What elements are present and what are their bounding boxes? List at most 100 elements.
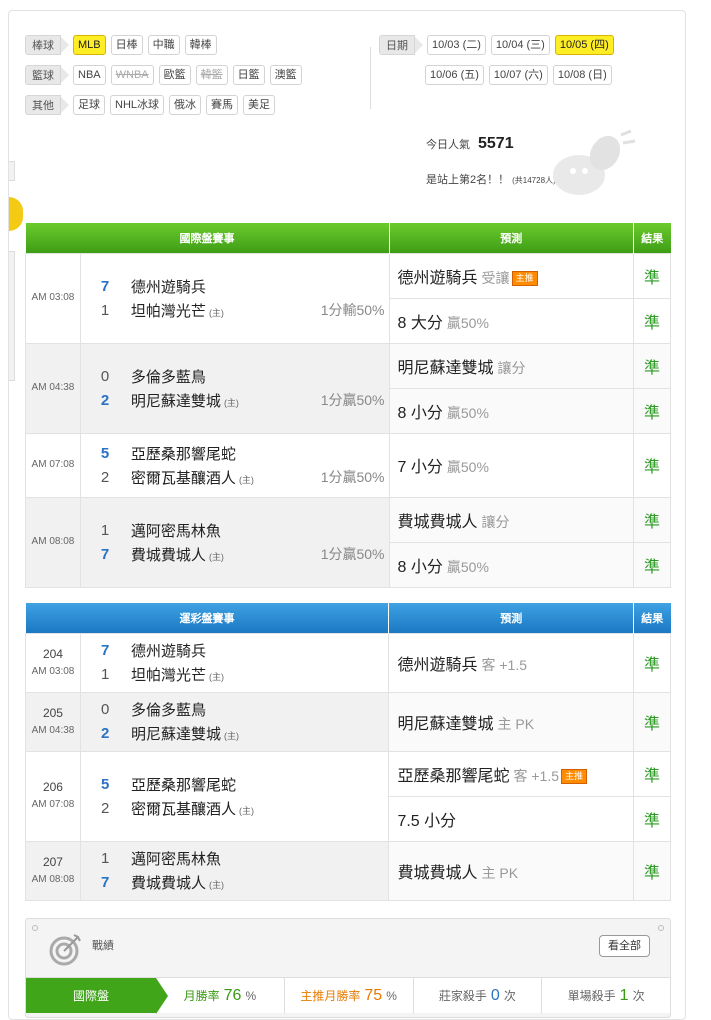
prediction-sub: 贏50% [446,404,489,421]
odds-result: 1分輸50% [320,302,385,318]
away-team[interactable]: 多倫多藍鳥 [131,366,385,387]
away-team[interactable]: 邁阿密馬林魚 [131,848,385,869]
home-team[interactable]: 費城費城人 (主) [131,872,385,893]
away-team[interactable]: 德州遊騎兵 [131,276,385,297]
category-tag[interactable]: WNBA [110,65,154,85]
category-tag[interactable]: 歐籃 [158,65,191,85]
table-row[interactable]: 204 AM 03:08 7 德州遊騎兵 1 坦帕灣光芒 (主) 德州遊騎兵客 +1.5 準 [25,632,671,693]
home-marker: (主) [223,731,239,741]
home-team[interactable]: 密爾瓦基釀酒人 (主) [131,467,321,488]
prediction-sub: 讓分 [481,513,510,530]
divider [370,47,371,109]
category-tag[interactable]: 賽馬 [206,95,239,115]
result-cell: 準 [633,632,671,693]
prediction-cell: 8 大分 贏50% [388,297,635,344]
prediction-sub: 主 PK [497,715,535,732]
category-tag[interactable]: 美足 [243,95,276,115]
prediction-main: 亞歷桑那響尾蛇 [397,767,510,785]
home-team[interactable]: 坦帕灣光芒 (主) [131,664,385,685]
category-tag[interactable]: 俄冰 [169,95,202,115]
date-tag[interactable]: 10/05 (四) [554,35,614,55]
prediction-cell: 費城費城人 讓分 [388,496,635,543]
teams-cell: 0 多倫多藍鳥 2 明尼蘇達雙城 (主) 1分贏50% [79,342,390,434]
category-tag[interactable]: MLB [73,35,106,55]
category-tag[interactable]: 韓棒 [184,35,217,55]
game-time: AM 08:08 [31,873,75,885]
stat-item: 單場殺手 1 次 [541,978,670,1013]
category-tag[interactable]: NHL冰球 [110,95,165,115]
home-team-line: 7 費城費城人 (主) 1分贏50% [101,542,385,566]
table-header: 國際盤賽事 預測 結果 [25,223,671,253]
game-number: 207 [42,854,63,869]
table-row[interactable]: AM 03:08 7 德州遊騎兵 1 坦帕灣光芒 (主) 1分輸50% 德州遊騎兵 受讓 主推準 [25,252,671,344]
stats-group-label: 國際盤 [26,978,168,1014]
home-team[interactable]: 明尼蘇達雙城 (主) [131,390,321,411]
header-result: 結果 [633,603,671,633]
table-row[interactable]: AM 08:08 1 邁阿密馬林魚 7 費城費城人 (主) 1分贏50% 費城費城人 讓分準 [25,496,671,588]
table-row[interactable]: 205 AM 04:38 0 多倫多藍鳥 2 明尼蘇達雙城 (主) 明尼蘇達雙城主 PK 準 [25,691,671,752]
away-team-line: 7 德州遊騎兵 [101,274,385,298]
home-team[interactable]: 明尼蘇達雙城 (主) [131,723,385,744]
game-time: AM 07:08 [31,799,75,810]
date-tag[interactable]: 10/04 (三) [490,35,550,55]
away-team-line: 5 亞歷桑那響尾蛇 [101,772,385,796]
home-team-line: 2 明尼蘇達雙城 (主) [101,722,385,746]
prediction-sub: 讓分 [497,359,526,376]
home-team-name: 費城費城人 [130,875,206,892]
home-team[interactable]: 坦帕灣光芒 (主) [131,300,321,321]
prediction-sub: 客 +1.5 [513,767,559,784]
home-marker: (主) [238,474,254,485]
stat-unit: 次 [632,989,645,1003]
date-tag[interactable]: 10/06 (五) [425,65,484,85]
table-row[interactable]: AM 04:38 0 多倫多藍鳥 2 明尼蘇達雙城 (主) 1分贏50% 明尼蘇達雙城 讓分準 [25,342,671,434]
home-team[interactable]: 費城費城人 (主) [131,544,321,565]
prediction-cell: 費城費城人主 PK [388,840,635,901]
header-prediction: 預測 [388,603,635,633]
teams-cell: 7 德州遊騎兵 1 坦帕灣光芒 (主) 1分輸50% [79,252,390,344]
away-team-line: 0 多倫多藍鳥 [101,698,385,722]
prediction-sub: 贏50% [446,558,489,575]
home-team[interactable]: 密爾瓦基釀酒人 (主) [131,798,385,819]
date-row: 10/06 (五) 10/07 (六) 10/08 (日) [379,63,617,87]
prediction-main: 明尼蘇達雙城 [397,359,494,377]
prediction-main: 8 小分 [397,558,443,576]
category-tag[interactable]: 韓籃 [195,65,228,85]
date-label: 日期 [379,35,423,55]
table-row[interactable]: 206 AM 07:08 5 亞歷桑那響尾蛇 2 密爾瓦基釀酒人 (主) 亞歷桑那響尾蛇客 +… [25,750,671,842]
table-row[interactable]: AM 07:08 5 亞歷桑那響尾蛇 2 密爾瓦基釀酒人 (主) 1分贏50% 7 小分 贏50… [25,432,671,498]
category-tag[interactable]: 澳籃 [269,65,302,85]
stat-item: 主推月勝率 75% [283,978,413,1013]
prediction-cell: 亞歷桑那響尾蛇客 +1.5 主推 [388,750,635,797]
stat-unit: 次 [503,989,516,1003]
date-tag[interactable]: 10/07 (六) [488,65,548,85]
prediction-sub: 贏50% [446,314,489,331]
table-row[interactable]: 207 AM 08:08 1 邁阿密馬林魚 7 費城費城人 (主) 費城費城人主 PK 準 [25,840,671,901]
prediction-main: 7.5 小分 [397,812,457,830]
game-time-cell: 204 AM 03:08 [25,632,81,693]
category-label: 籃球 [25,65,69,85]
date-tag[interactable]: 10/08 (日) [552,65,612,85]
left-yellow-tab[interactable] [9,197,23,231]
intl-table: 國際盤賽事 預測 結果 AM 03:08 7 德州遊騎兵 1 坦帕灣光芒 (主) 1分輸50% 德州… [25,223,671,588]
away-team[interactable]: 亞歷桑那響尾蛇 [131,443,385,464]
home-score: 2 [100,725,110,742]
category-tag[interactable]: 足球 [73,95,105,115]
away-team[interactable]: 多倫多藍鳥 [131,699,385,720]
category-tag[interactable]: 中職 [147,35,180,55]
category-tag[interactable]: NBA [73,65,106,85]
away-team[interactable]: 德州遊騎兵 [131,640,385,661]
date-tag[interactable]: 10/03 (二) [427,35,486,55]
lottery-table: 運彩盤賽事 預測 結果 204 AM 03:08 7 德州遊騎兵 1 坦帕灣光芒 (主) 德州遊騎兵… [25,603,671,901]
view-all-button[interactable]: 看全部 [599,935,650,957]
category-tag[interactable]: 日籃 [232,65,265,85]
game-time-cell: 205 AM 04:38 [25,691,81,752]
away-team[interactable]: 邁阿密馬林魚 [131,520,385,541]
prediction-sub: 受讓 [481,269,510,286]
away-team[interactable]: 亞歷桑那響尾蛇 [131,774,385,795]
home-marker: (主) [208,551,224,562]
category-tag[interactable]: 日棒 [110,35,143,55]
corner-dot [32,925,38,931]
prediction-cell: 7.5 小分 [388,795,635,842]
away-team-line: 7 德州遊騎兵 [101,639,385,663]
stats-title: 戰績 [92,940,114,952]
